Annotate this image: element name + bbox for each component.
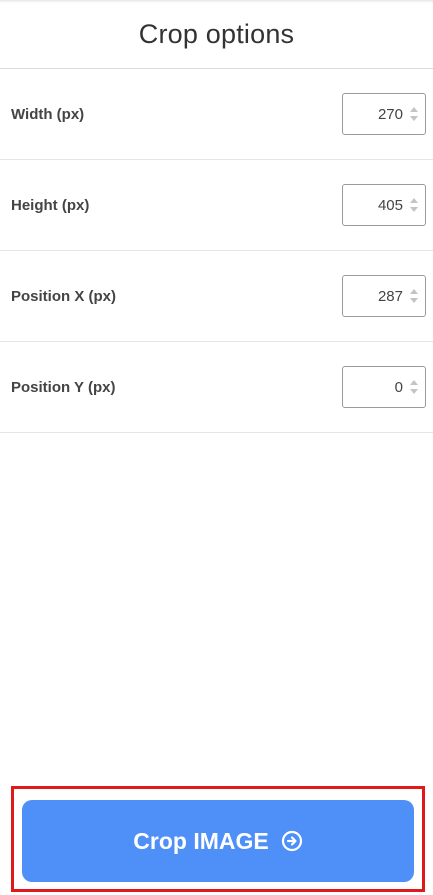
position-x-label: Position X (px) [11,287,116,305]
spin-up-icon[interactable] [410,107,418,112]
position-y-label: Position Y (px) [11,378,116,396]
crop-button-label: Crop IMAGE [133,827,269,854]
spin-up-icon[interactable] [410,198,418,203]
position-y-input[interactable]: 0 [342,366,426,408]
spin-down-icon[interactable] [410,389,418,394]
panel-title: Crop options [138,18,295,49]
width-row: Width (px) 270 [0,69,433,160]
width-input[interactable]: 270 [342,93,426,135]
spin-up-icon[interactable] [410,380,418,385]
height-label: Height (px) [11,196,90,214]
top-shadow [0,0,433,3]
spin-up-icon[interactable] [410,289,418,294]
width-spinner[interactable] [409,107,419,121]
position-x-row: Position X (px) 287 [0,251,433,342]
height-input[interactable]: 405 [342,184,426,226]
spin-down-icon[interactable] [410,116,418,121]
crop-options-panel: Crop options Width (px) 270 Height (px) … [0,0,433,895]
spin-down-icon[interactable] [410,207,418,212]
height-row: Height (px) 405 [0,160,433,251]
height-spinner[interactable] [409,198,419,212]
crop-image-button[interactable]: Crop IMAGE [22,800,414,882]
panel-header: Crop options [0,0,433,69]
position-x-spinner[interactable] [409,289,419,303]
position-x-input[interactable]: 287 [342,275,426,317]
position-y-value: 0 [394,378,403,396]
position-y-row: Position Y (px) 0 [0,342,433,433]
position-x-value: 287 [377,287,403,305]
width-label: Width (px) [11,105,85,123]
height-value: 405 [377,196,403,214]
arrow-right-circle-icon [281,830,303,852]
position-y-spinner[interactable] [409,380,419,394]
width-value: 270 [377,105,403,123]
spin-down-icon[interactable] [410,298,418,303]
